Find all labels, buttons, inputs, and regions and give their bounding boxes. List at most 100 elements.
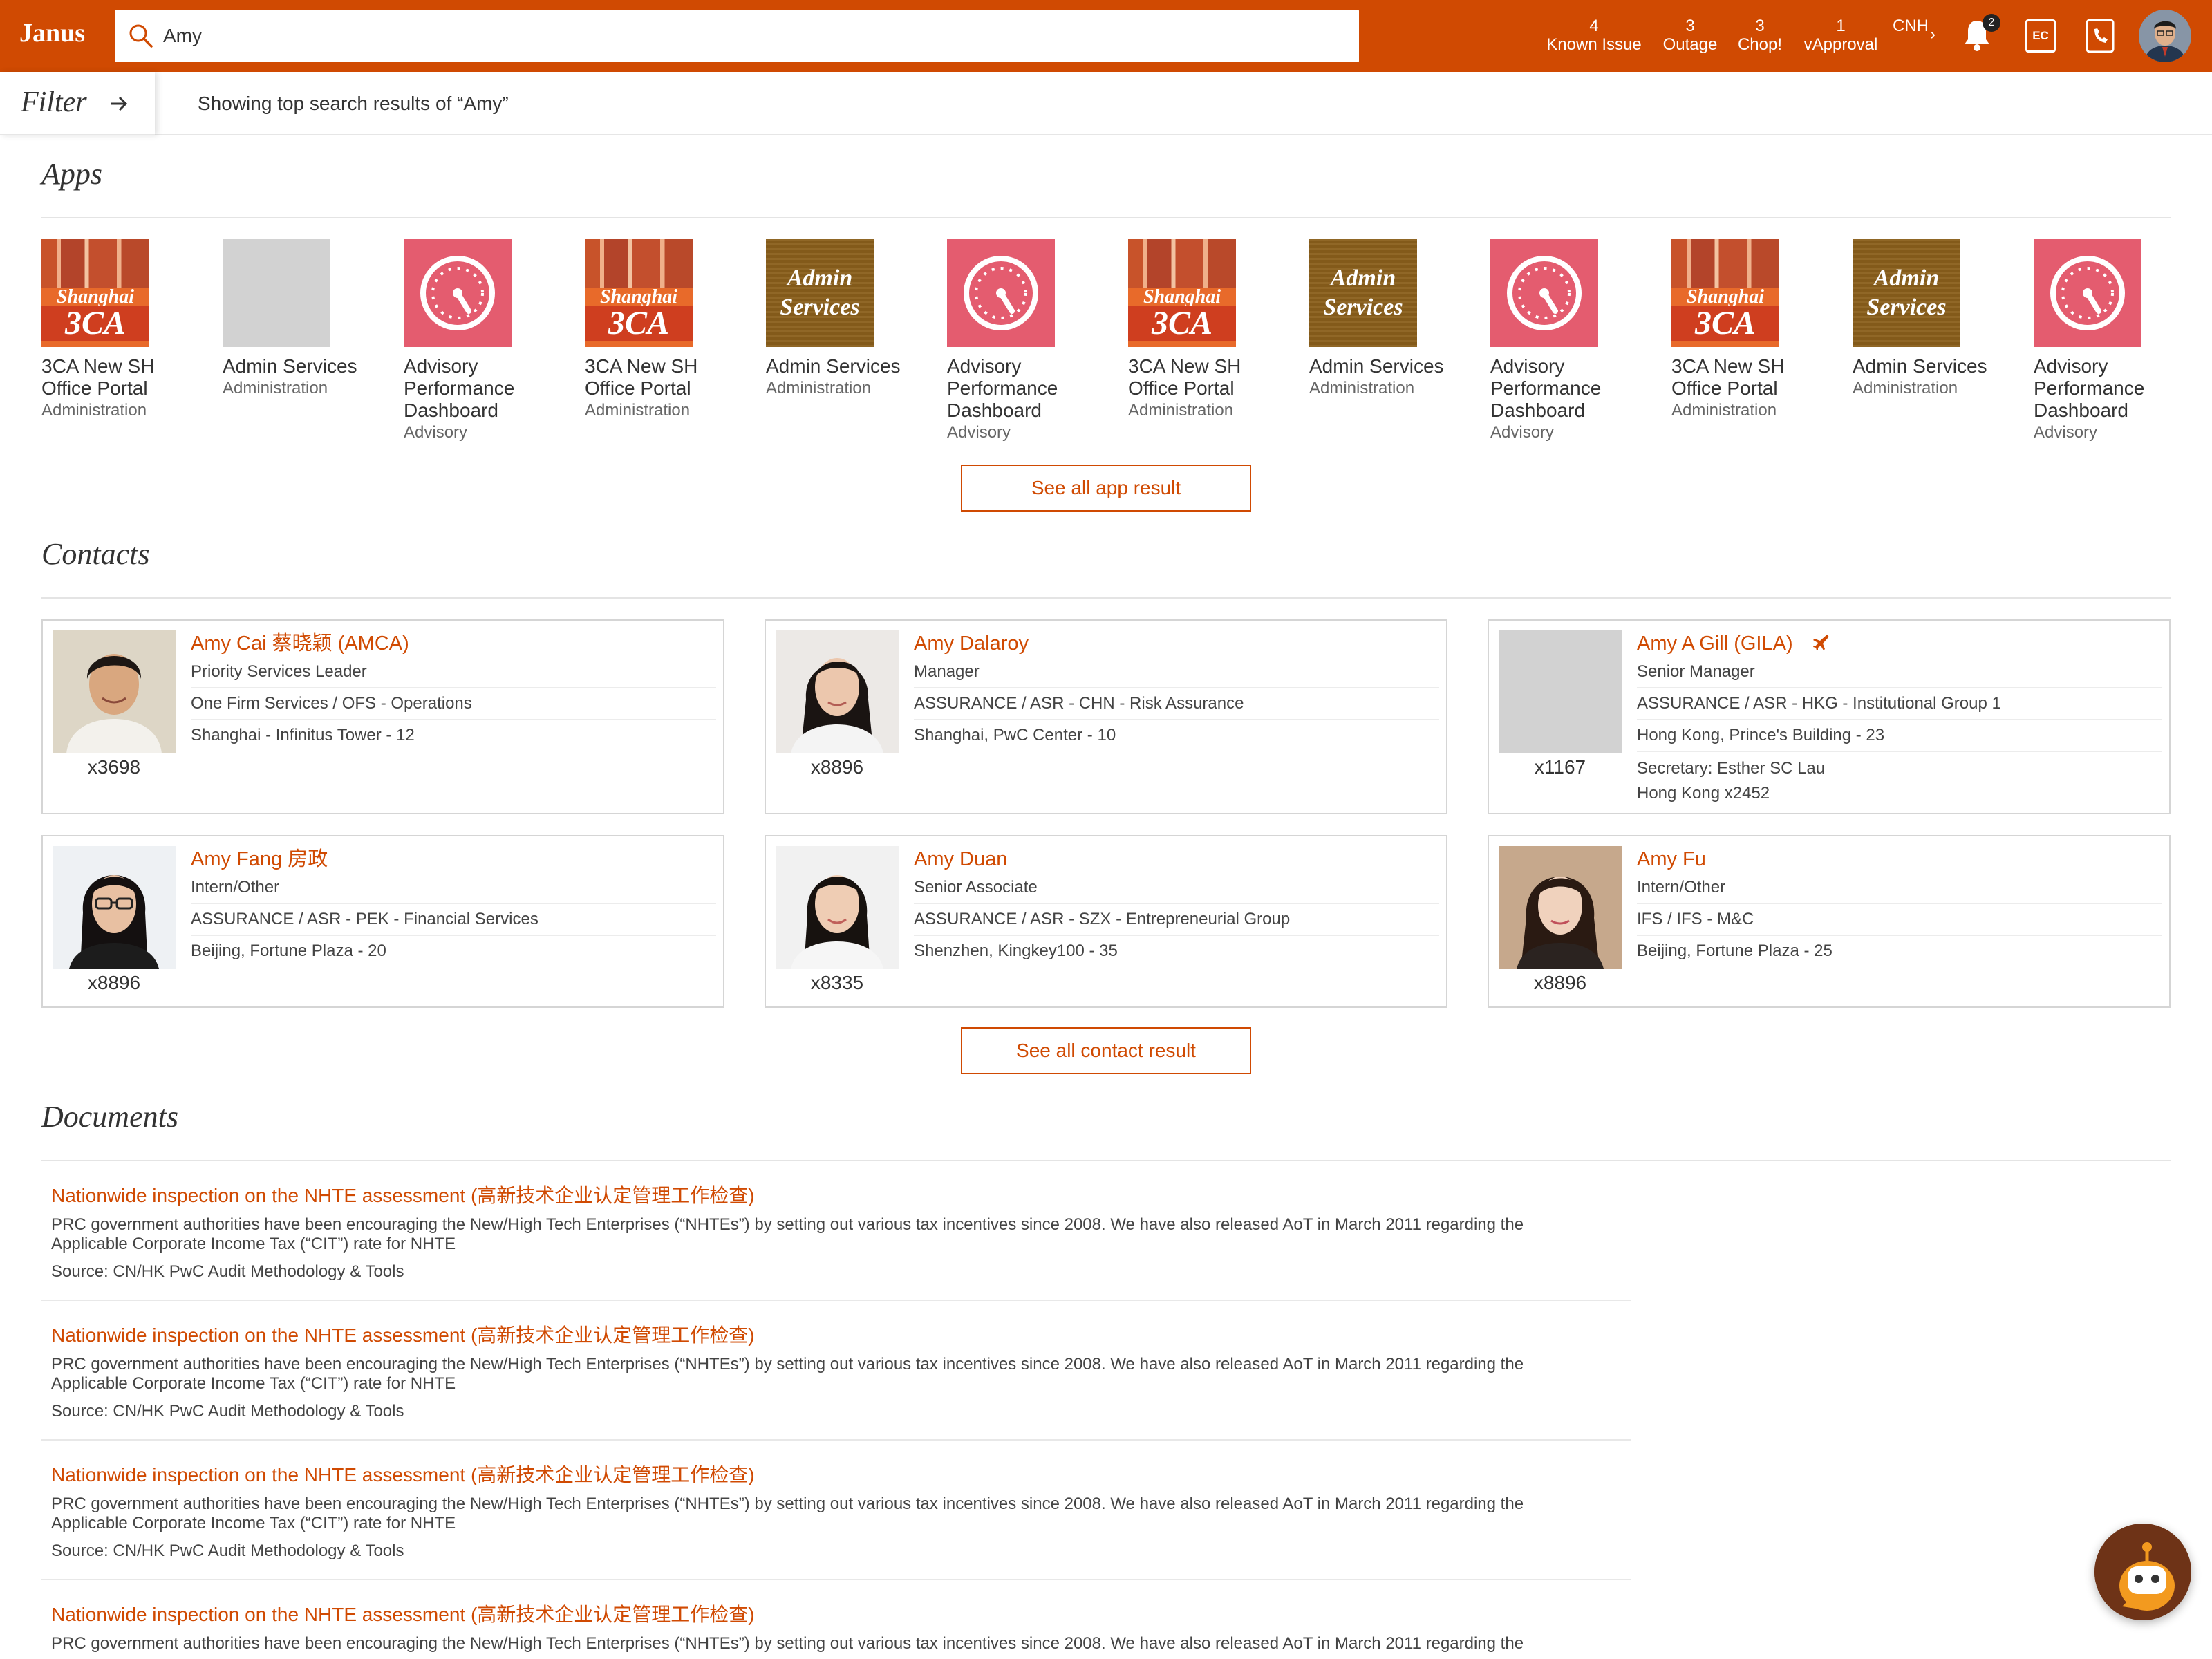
document-title-link[interactable]: Nationwide inspection on the NHTE assess… [51, 1600, 755, 1627]
app-category: Administration [1309, 379, 1415, 397]
contact-card-amy-duan[interactable]: x8335 Amy Duan Senior Associate ASSURANC… [765, 835, 1447, 1008]
see-all-apps-button[interactable]: See all app result [961, 465, 1251, 512]
shanghai-3ca-icon: Shanghai 3CA [585, 239, 693, 347]
contact-name-link[interactable]: Amy Dalaroy [914, 630, 1439, 657]
shanghai-3ca-icon: Shanghai 3CA [41, 239, 149, 347]
secretary-extension: Hong Kong x2452 [1637, 784, 1770, 803]
stat-outage[interactable]: 3 Outage [1659, 17, 1721, 54]
app-name: Advisory Performance Dashboard [404, 355, 515, 421]
admin-services-icon: Admin Services [1853, 239, 1960, 347]
stat-label: Known Issue [1546, 35, 1642, 54]
chatbot-icon[interactable] [2094, 1524, 2191, 1620]
stat-cnh[interactable]: CNH [1893, 17, 1927, 35]
contact-department: ASSURANCE / ASR - CHN - Risk Assurance [914, 688, 1439, 720]
see-all-contacts-button[interactable]: See all contact result [961, 1027, 1251, 1074]
stat-chop[interactable]: 3 Chop! [1732, 17, 1788, 54]
janus-logo[interactable]: Janus [19, 18, 85, 48]
contact-name-link[interactable]: Amy Fang 房政 [191, 846, 716, 872]
document-item: Nationwide inspection on the NHTE assess… [41, 1301, 1631, 1441]
contact-name-link[interactable]: Amy Fu [1637, 846, 2162, 872]
arrow-right-icon [111, 96, 128, 111]
document-description: PRC government authorities have been enc… [51, 1215, 1524, 1253]
shanghai-3ca-icon: Shanghai 3CA [1671, 239, 1779, 347]
app-name: Admin Services [1853, 355, 1987, 377]
filter-bar: Filter Showing top search results of “Am… [0, 72, 2212, 135]
secretary-name: Secretary: Esther SC Lau [1637, 759, 1826, 778]
app-tile[interactable]: Admin Services Admin Services Administratio… [1853, 239, 2018, 400]
contact-card-amy-fu[interactable]: x8896 Amy Fu Intern/Other IFS / IFS - M&… [1488, 835, 2171, 1008]
document-title-link[interactable]: Nationwide inspection on the NHTE assess… [51, 1320, 755, 1348]
app-tile[interactable]: Advisory Performance Dashboard Advisory [1490, 239, 1656, 444]
app-tile[interactable]: Shanghai 3CA 3CA New SH Office Portal Admin… [1128, 239, 1294, 422]
app-tile[interactable]: Advisory Performance Dashboard Advisory [2034, 239, 2200, 444]
app-name: Admin Services [766, 355, 901, 377]
documents-section-title: Documents [41, 1100, 178, 1134]
app-name: 3CA New SH Office Portal [1671, 355, 1785, 399]
document-item: Nationwide inspection on the NHTE assess… [41, 1580, 1631, 1659]
stat-label: CNH [1893, 17, 1927, 35]
contact-title: Manager [914, 657, 1439, 688]
app-tile[interactable]: Advisory Performance Dashboard Advisory [404, 239, 570, 444]
contact-card-amy-gill[interactable]: x1167 Amy A Gill (GILA) Senior Manager A… [1488, 619, 2171, 814]
stat-label: Outage [1662, 35, 1718, 54]
document-description: PRC government authorities have been enc… [51, 1634, 1524, 1653]
chevron-right-icon[interactable]: › [1930, 25, 1936, 44]
document-item: Nationwide inspection on the NHTE assess… [41, 1161, 1631, 1301]
app-category: Administration [1671, 401, 1777, 420]
document-title-link[interactable]: Nationwide inspection on the NHTE assess… [51, 1460, 755, 1488]
app-tile[interactable]: Shanghai 3CA 3CA New SH Office Portal Admin… [41, 239, 207, 422]
search-input[interactable] [163, 22, 1338, 50]
document-source: Source: CN/HK PwC Audit Methodology & To… [51, 1541, 404, 1560]
contact-card-amy-dalaroy[interactable]: x8896 Amy Dalaroy Manager ASSURANCE / AS… [765, 619, 1447, 814]
ec-icon[interactable]: EC [2025, 19, 2056, 53]
airplane-icon [1812, 635, 1828, 650]
app-category: Administration [585, 401, 691, 420]
app-tile[interactable]: Admin Services Admin Services Administratio… [766, 239, 932, 400]
user-avatar[interactable] [2139, 10, 2191, 62]
contact-photo [1499, 846, 1622, 969]
document-title-link[interactable]: Nationwide inspection on the NHTE assess… [51, 1181, 755, 1208]
stat-count: 1 [1836, 17, 1846, 35]
contact-name-link[interactable]: Amy Cai 蔡晓颖 (AMCA) [191, 630, 716, 657]
top-bar: Janus 4 Known Issue 3 Outage 3 Chop! 1 v… [0, 0, 2212, 72]
app-tile[interactable]: Advisory Performance Dashboard Advisory [947, 239, 1113, 444]
phone-book-icon[interactable] [2085, 18, 2115, 54]
shanghai-3ca-icon: Shanghai 3CA [1128, 239, 1236, 347]
app-category: Administration [1128, 401, 1234, 420]
stat-vapproval[interactable]: 1 vApproval [1800, 17, 1882, 54]
search-box[interactable] [115, 10, 1359, 62]
admin-services-icon: Admin Services [1309, 239, 1417, 347]
stat-known-issue[interactable]: 4 Known Issue [1546, 17, 1642, 54]
app-tile[interactable]: Shanghai 3CA 3CA New SH Office Portal Admin… [585, 239, 751, 422]
gauge-icon [1490, 239, 1598, 347]
app-name: Advisory Performance Dashboard [1490, 355, 1602, 421]
contact-card-amy-cai[interactable]: x3698 Amy Cai 蔡晓颖 (AMCA) Priority Servic… [41, 619, 724, 814]
app-tile[interactable]: Admin Services Admin Services Administratio… [1309, 239, 1475, 400]
app-name: Advisory Performance Dashboard [2034, 355, 2145, 421]
apps-section-title: Apps [41, 157, 102, 191]
contact-photo [776, 846, 899, 969]
app-category: Administration [41, 401, 147, 420]
contact-extension: x1167 [1534, 756, 1586, 778]
app-category: Advisory [1490, 423, 1555, 442]
document-description: PRC government authorities have been enc… [51, 1355, 1524, 1393]
contact-extension: x8896 [810, 756, 864, 778]
app-tile[interactable]: Admin Services Administration [223, 239, 388, 400]
app-name: 3CA New SH Office Portal [1128, 355, 1241, 399]
contact-card-amy-fang[interactable]: x8896 Amy Fang 房政 Intern/Other ASSURANCE… [41, 835, 724, 1008]
app-category: Advisory [947, 423, 1011, 442]
contact-name-link[interactable]: Amy Duan [914, 846, 1439, 872]
document-source: Source: CN/HK PwC Audit Methodology & To… [51, 1262, 404, 1281]
app-icon-placeholder [223, 239, 330, 347]
admin-services-icon: Admin Services [766, 239, 874, 347]
contact-title: Priority Services Leader [191, 657, 716, 688]
app-tile[interactable]: Shanghai 3CA 3CA New SH Office Portal Admin… [1671, 239, 1837, 422]
contact-department: ASSURANCE / ASR - PEK - Financial Servic… [191, 904, 716, 936]
stat-count: 3 [1685, 17, 1695, 35]
contact-name-link[interactable]: Amy A Gill (GILA) [1637, 632, 1793, 655]
contact-location: Shanghai, PwC Center - 10 [914, 726, 1116, 744]
filter-toggle[interactable]: Filter [0, 72, 155, 135]
document-source: Source: CN/HK PwC Audit Methodology & To… [51, 1402, 404, 1421]
app-name: Admin Services [1309, 355, 1444, 377]
gauge-icon [947, 239, 1055, 347]
